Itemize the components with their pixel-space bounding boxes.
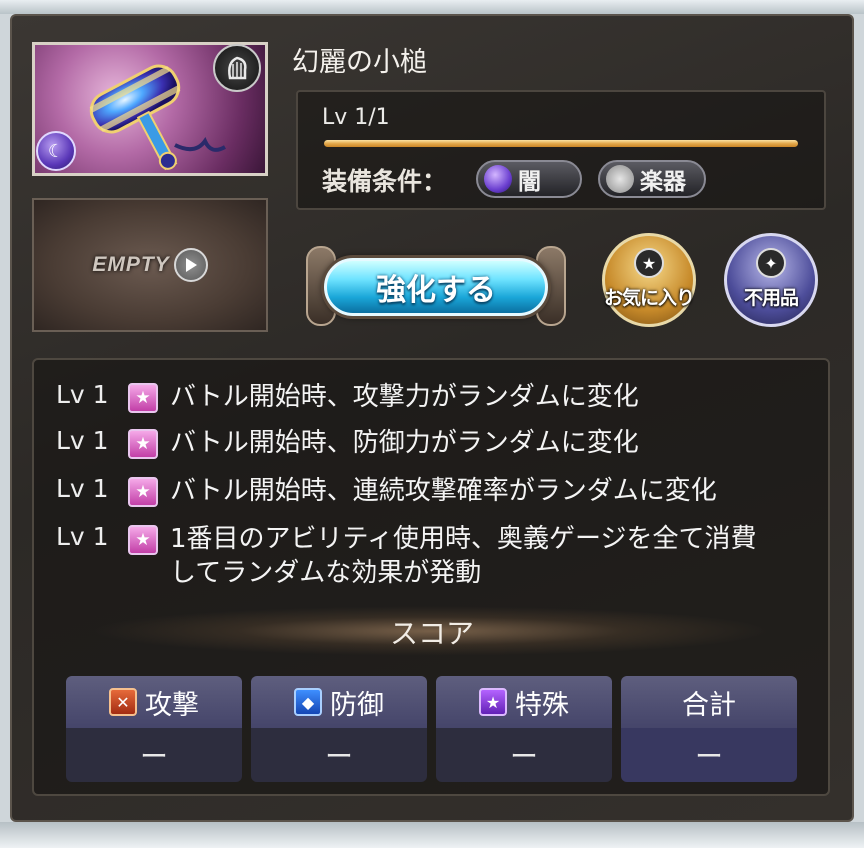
star-icon: ★: [634, 248, 664, 278]
sparkle-icon: ✦: [756, 248, 786, 278]
score-total: 合計 ー: [621, 676, 797, 782]
enhance-button[interactable]: 強化する: [304, 244, 568, 332]
condition-dark-badge: 闇: [476, 160, 582, 198]
skill-row: Lv 1 ★ 1番目のアビリティ使用時、奥義ゲージを全て消費してランダムな効果が…: [56, 522, 780, 590]
dark-element-icon: ☾: [36, 131, 76, 171]
score-defense-value: ー: [251, 728, 427, 782]
skill-row: Lv 1 ★ バトル開始時、防御力がランダムに変化: [56, 426, 770, 460]
score-special-label: 特殊: [515, 689, 569, 721]
skill-star-icon: ★: [128, 525, 158, 555]
score-title: スコア: [389, 617, 474, 650]
skill-level: Lv 1: [56, 380, 109, 409]
skill-level: Lv 1: [56, 426, 109, 455]
junk-button[interactable]: ✦ 不用品: [724, 233, 818, 327]
skill-text: バトル開始時、攻撃力がランダムに変化: [170, 382, 639, 412]
condition-dark-label: 闇: [518, 169, 541, 195]
score-special-value: ー: [436, 728, 612, 782]
weapon-name: 幻麗の小槌: [292, 47, 427, 78]
bottom-frame-strip: [0, 822, 864, 848]
instrument-icon: [606, 165, 634, 193]
skill-row: Lv 1 ★ バトル開始時、攻撃力がランダムに変化: [56, 380, 770, 414]
skill-text: バトル開始時、連続攻撃確率がランダムに変化: [170, 476, 717, 506]
skill-row: Lv 1 ★ バトル開始時、連続攻撃確率がランダムに変化: [56, 474, 770, 508]
skin-slot-label: EMPTY: [92, 253, 170, 276]
skill-text: バトル開始時、防御力がランダムに変化: [170, 428, 639, 458]
play-icon: [173, 248, 208, 282]
harp-icon: [213, 44, 261, 92]
score-attack-label: 攻撃: [145, 689, 199, 721]
score-defense: ◆ 防御 ー: [251, 676, 427, 782]
skill-star-icon: ★: [128, 477, 158, 507]
skill-star-icon: ★: [128, 429, 158, 459]
score-total-label: 合計: [682, 689, 736, 721]
level-text: Lv 1/1: [322, 105, 390, 130]
condition-instrument-badge: 楽器: [598, 160, 706, 198]
score-special: ★ 特殊 ー: [436, 676, 612, 782]
enhance-button-label: 強化する: [376, 273, 496, 308]
score-attack: ✕ 攻撃 ー: [66, 676, 242, 782]
score-defense-label: 防御: [330, 689, 384, 721]
special-icon: ★: [479, 688, 507, 716]
skill-text: 1番目のアビリティ使用時、奥義ゲージを全て消費してランダムな効果が発動: [170, 524, 757, 588]
equip-condition-label: 装備条件：: [322, 167, 448, 196]
score-attack-value: ー: [66, 728, 242, 782]
favorite-button[interactable]: ★ お気に入り: [602, 233, 696, 327]
dark-element-icon: [484, 165, 512, 193]
skill-level: Lv 1: [56, 522, 109, 551]
skill-level: Lv 1: [56, 474, 109, 503]
attack-icon: ✕: [109, 688, 137, 716]
favorite-label: お気に入り: [604, 287, 695, 309]
top-frame-strip: [0, 0, 864, 14]
condition-instrument-label: 楽器: [640, 169, 686, 195]
score-total-value: ー: [621, 728, 797, 782]
skin-slot[interactable]: EMPTY: [32, 198, 268, 332]
skill-star-icon: ★: [128, 383, 158, 413]
level-progress-bar: [324, 140, 798, 147]
junk-label: 不用品: [743, 287, 799, 309]
defense-icon: ◆: [294, 688, 322, 716]
